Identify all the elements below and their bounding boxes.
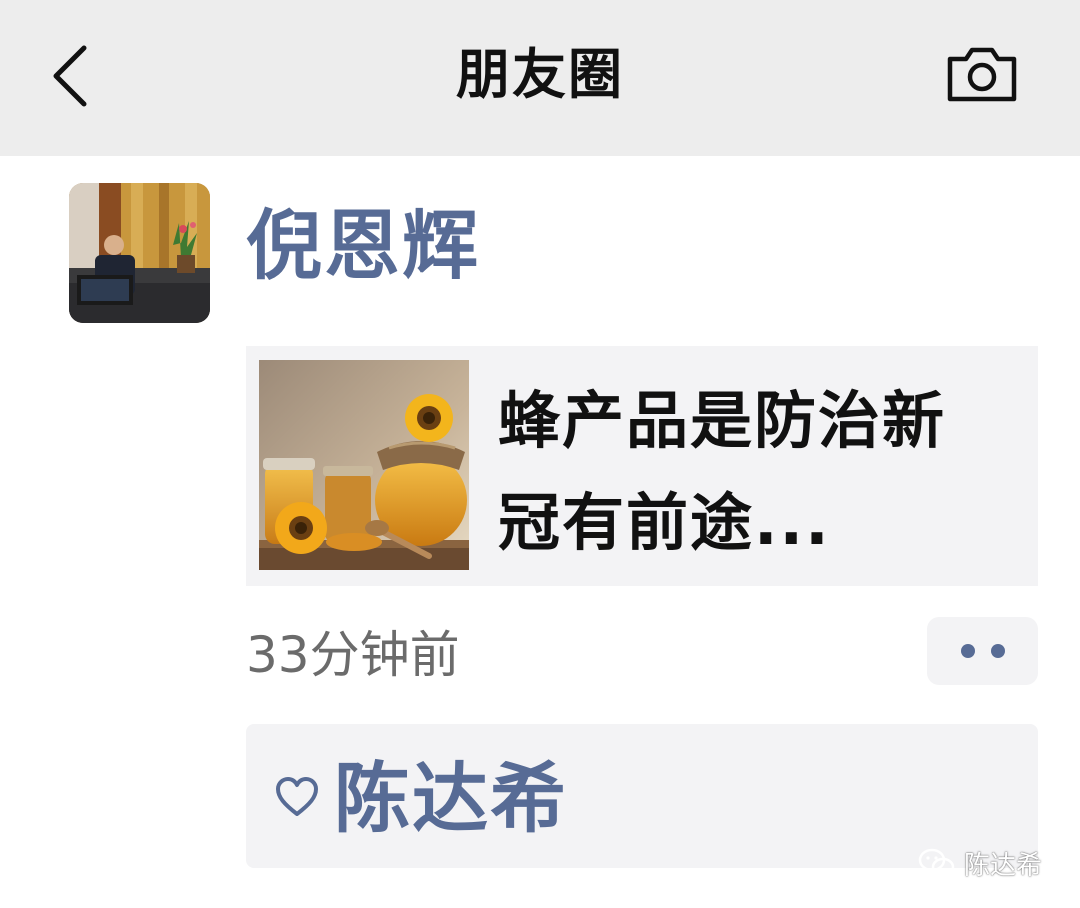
camera-icon <box>947 47 1017 102</box>
moments-page: 朋友圈 倪恩辉 蜂产品是防治新冠有前途... 33分钟前 陈达希 陈达希 <box>0 0 1080 908</box>
liker-name[interactable]: 陈达希 <box>334 754 568 844</box>
shared-link-card[interactable]: 蜂产品是防治新冠有前途... <box>246 346 1038 586</box>
honey-jars-image <box>259 360 469 570</box>
link-title: 蜂产品是防治新冠有前途... <box>498 384 947 559</box>
camera-button[interactable] <box>940 40 1024 108</box>
more-dot-icon <box>960 644 975 658</box>
author-avatar[interactable] <box>69 183 210 323</box>
author-name[interactable]: 倪恩辉 <box>246 196 480 296</box>
watermark-text: 陈达希 <box>964 850 1043 881</box>
post-timestamp: 33分钟前 <box>246 626 460 684</box>
more-actions-button[interactable] <box>927 617 1038 685</box>
wechat-icon <box>918 848 955 877</box>
more-dot-icon <box>990 644 1005 658</box>
link-thumbnail <box>259 360 469 570</box>
heart-outline-icon <box>276 777 318 816</box>
top-nav-bar: 朋友圈 <box>0 0 1080 156</box>
page-title: 朋友圈 <box>456 43 624 106</box>
avatar-photo <box>69 183 210 323</box>
watermark: 陈达希 <box>918 845 1042 881</box>
